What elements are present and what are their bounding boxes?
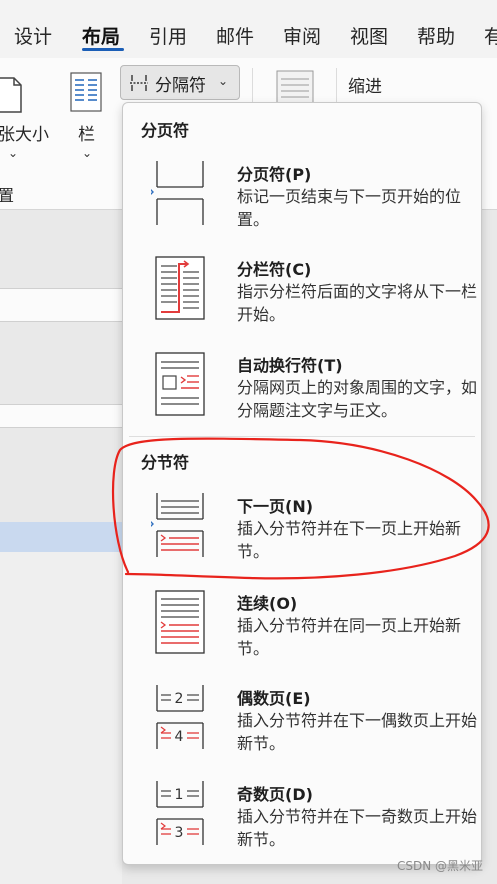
menu-item-next-page[interactable]: 下一页(N) 插入分节符并在下一页上开始新节。	[123, 493, 481, 573]
menu-item-text-wrapping-break[interactable]: 自动换行符(T) 分隔网页上的对象周围的文字，如分隔题注文字与正文。	[123, 352, 481, 432]
page-breaks-header: 分页符	[141, 121, 190, 140]
page-setup-group-label: 置	[0, 186, 15, 205]
menu-item-title: 分页符(P)	[237, 165, 312, 184]
page-size-label[interactable]: 张大小	[0, 120, 49, 145]
tab-help[interactable]: 帮助	[417, 22, 455, 49]
menu-item-title: 偶数页(E)	[237, 689, 311, 708]
document-strip	[0, 404, 122, 428]
menu-item-desc: 插入分节符并在同一页上开始新节。	[237, 616, 462, 658]
columns-label[interactable]: 栏	[78, 120, 95, 145]
active-tab-indicator	[82, 48, 124, 51]
watermark: CSDN @黑米亚	[396, 859, 483, 873]
menu-item-even-page[interactable]: 2 4 偶数页(E) 插入分节符并在下一偶数页上开始新节。	[123, 685, 481, 765]
columns-icon[interactable]	[70, 72, 102, 112]
selected-text-highlight	[0, 522, 122, 552]
menu-item-desc: 插入分节符并在下一偶数页上开始新节。	[237, 711, 478, 753]
continuous-section-icon	[155, 590, 205, 654]
menu-item-title: 下一页(N)	[237, 497, 314, 516]
breaks-dropdown-menu: 分页符 分页符(P) 标记一页结束与下一页开始的位置。 分栏符(C) 指示分栏符…	[122, 102, 482, 865]
breaks-icon	[130, 75, 148, 91]
chevron-down-icon: ⌄	[218, 74, 229, 88]
menu-item-title: 奇数页(D)	[237, 785, 313, 804]
breaks-button-label: 分隔符	[155, 76, 206, 96]
hyphenation-icon[interactable]	[276, 70, 314, 106]
tab-layout[interactable]: 布局	[82, 22, 120, 49]
svg-text:3: 3	[175, 825, 184, 841]
tab-partial[interactable]: 有	[484, 22, 497, 49]
menu-item-desc: 插入分节符并在下一页上开始新节。	[237, 519, 462, 561]
page-size-icon[interactable]	[0, 76, 24, 114]
columns-chevron-icon[interactable]: ⌄	[82, 146, 92, 160]
next-page-section-icon	[151, 493, 204, 557]
odd-page-section-icon: 1 3	[156, 781, 204, 845]
tab-design[interactable]: 设计	[14, 22, 52, 49]
menu-item-title: 连续(O)	[237, 594, 298, 613]
text-wrapping-break-icon	[155, 352, 205, 416]
svg-text:4: 4	[175, 729, 184, 745]
indent-label: 缩进	[348, 77, 382, 97]
breaks-button[interactable]: 分隔符 ⌄	[120, 65, 240, 100]
menu-item-desc: 指示分栏符后面的文字将从下一栏开始。	[237, 282, 478, 324]
even-page-section-icon: 2 4	[156, 685, 204, 749]
menu-item-desc: 分隔网页上的对象周围的文字，如分隔题注文字与正文。	[237, 378, 478, 420]
menu-item-continuous[interactable]: 连续(O) 插入分节符并在同一页上开始新节。	[123, 590, 481, 670]
svg-text:2: 2	[175, 691, 184, 707]
ribbon-tab-bar: 设计 布局 引用 邮件 审阅 视图 帮助 有	[0, 0, 497, 58]
tab-mailings[interactable]: 邮件	[216, 22, 254, 49]
menu-item-title: 自动换行符(T)	[237, 356, 343, 375]
menu-item-title: 分栏符(C)	[237, 260, 312, 279]
menu-item-odd-page[interactable]: 1 3 奇数页(D) 插入分节符并在下一奇数页上开始新节。	[123, 781, 481, 861]
page-size-chevron-icon[interactable]: ⌄	[8, 146, 18, 160]
menu-item-desc: 标记一页结束与下一页开始的位置。	[237, 187, 462, 229]
tab-view[interactable]: 视图	[350, 22, 388, 49]
page-break-icon	[151, 161, 204, 225]
tab-review[interactable]: 审阅	[283, 22, 321, 49]
menu-item-column-break[interactable]: 分栏符(C) 指示分栏符后面的文字将从下一栏开始。	[123, 256, 481, 336]
menu-item-page-break[interactable]: 分页符(P) 标记一页结束与下一页开始的位置。	[123, 161, 481, 241]
section-breaks-header: 分节符	[141, 453, 190, 472]
column-break-icon	[155, 256, 205, 320]
menu-separator	[129, 436, 475, 437]
svg-text:1: 1	[175, 787, 184, 803]
document-page-area	[0, 552, 122, 884]
menu-item-desc: 插入分节符并在下一奇数页上开始新节。	[237, 807, 478, 849]
tab-references[interactable]: 引用	[149, 22, 187, 49]
document-ruler-strip	[0, 288, 122, 322]
